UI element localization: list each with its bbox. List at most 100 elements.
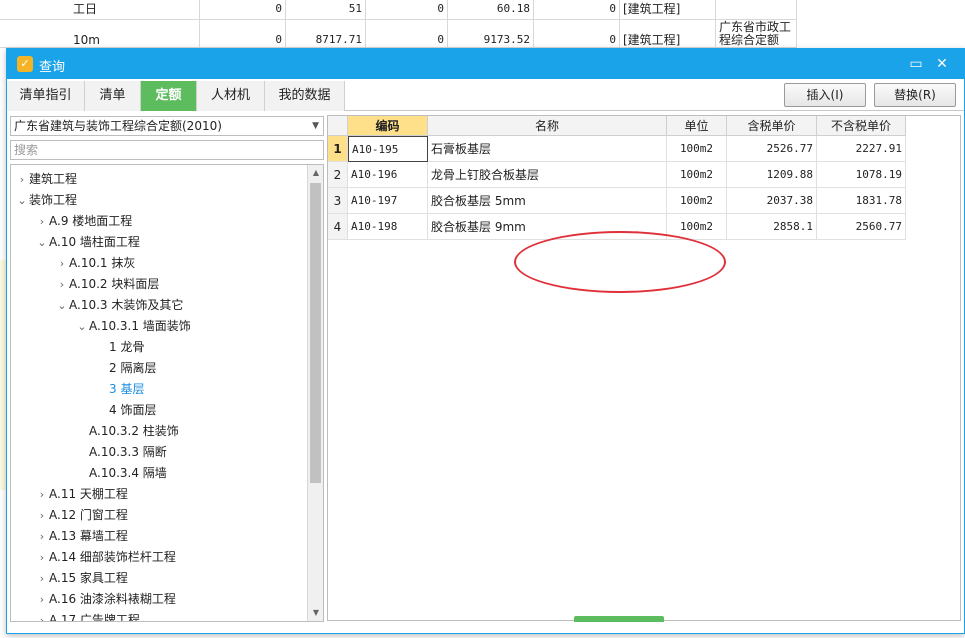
cell-price-notax[interactable]: 2227.91 (817, 136, 906, 162)
cell-code[interactable]: A10-197 (348, 188, 428, 214)
cell-unit[interactable]: 100m2 (667, 136, 727, 162)
tree-item[interactable]: 3 基层 (95, 379, 144, 400)
tree-item[interactable]: ⌄ 装饰工程 (15, 190, 77, 211)
tree-item[interactable]: › A.16 油漆涂料裱糊工程 (35, 589, 176, 610)
tree-item-label: A.17 广告牌工程 (49, 613, 140, 622)
tree-item[interactable]: › A.11 天棚工程 (35, 484, 128, 505)
tree-item[interactable]: A.10.3.3 隔断 (75, 442, 167, 463)
cell-code[interactable]: A10-196 (348, 162, 428, 188)
cell-price-tax[interactable]: 2526.77 (727, 136, 817, 162)
chevron-down-icon[interactable]: ⌄ (15, 190, 29, 211)
tree-item-label: A.10.3.3 隔断 (89, 445, 167, 459)
search-input[interactable]: 搜索 (10, 140, 324, 160)
cell-name[interactable]: 龙骨上钉胶合板基层 (428, 162, 667, 188)
scrollbar-thumb[interactable] (310, 183, 321, 483)
insert-button[interactable]: 插入(I) (784, 83, 866, 107)
tab-bill[interactable]: 清单 (85, 81, 141, 111)
tab-labor-material-machine[interactable]: 人材机 (197, 81, 265, 111)
quota-library-select[interactable]: 广东省建筑与装饰工程综合定额(2010) ▼ (10, 116, 324, 136)
tree-scrollbar[interactable]: ▲ ▼ (307, 165, 323, 621)
tree-item[interactable]: 4 饰面层 (95, 400, 156, 421)
dropdown-arrow-icon: ▼ (312, 121, 319, 131)
row-number[interactable]: 1 (328, 136, 348, 162)
column-header-code[interactable]: 编码 (348, 116, 428, 136)
tab-my-data[interactable]: 我的数据 (265, 81, 345, 111)
replace-button[interactable]: 替换(R) (874, 83, 956, 107)
tree-item-label: A.10 墙柱面工程 (49, 235, 140, 249)
cell-unit[interactable]: 100m2 (667, 188, 727, 214)
column-header-price-notax[interactable]: 不含税单价 (817, 116, 906, 136)
maximize-icon[interactable]: ▭ (905, 54, 927, 74)
tree-item-label: 1 龙骨 (109, 340, 145, 354)
tab-quota[interactable]: 定额 (141, 81, 197, 111)
scroll-down-icon[interactable]: ▼ (308, 605, 323, 621)
tree-item[interactable]: › A.12 门窗工程 (35, 505, 128, 526)
chevron-down-icon[interactable]: ⌄ (75, 316, 89, 337)
column-header-name[interactable]: 名称 (428, 116, 667, 136)
row-number[interactable]: 2 (328, 162, 348, 188)
tree-item[interactable]: › A.15 家具工程 (35, 568, 128, 589)
tree-item[interactable]: › A.10.1 抹灰 (55, 253, 136, 274)
bg-cell: 0 (200, 20, 286, 47)
cell-price-notax[interactable]: 2560.77 (817, 214, 906, 240)
bg-cell-type: [建筑工程] (620, 0, 716, 19)
bg-cell-quota (716, 0, 797, 19)
chevron-right-icon[interactable]: › (35, 547, 49, 568)
cell-price-notax[interactable]: 1078.19 (817, 162, 906, 188)
grid-corner (328, 116, 348, 136)
panel-resize-grip[interactable] (574, 616, 664, 622)
tree-item[interactable]: 1 龙骨 (95, 337, 144, 358)
quota-library-value: 广东省建筑与装饰工程综合定额(2010) (14, 119, 222, 133)
cell-name[interactable]: 胶合板基层 5mm (428, 188, 667, 214)
dialog-titlebar[interactable]: ✓ 查询 ▭ ✕ (7, 49, 964, 79)
tree-item[interactable]: › A.17 广告牌工程 (35, 610, 140, 622)
tree-item[interactable]: ⌄ A.10.3.1 墙面装饰 (75, 316, 190, 337)
dialog-tabbar: 清单指引 清单 定额 人材机 我的数据 插入(I) 替换(R) (7, 81, 964, 111)
cell-price-tax[interactable]: 2858.1 (727, 214, 817, 240)
tab-bill-guide[interactable]: 清单指引 (7, 81, 85, 111)
cell-price-tax[interactable]: 2037.38 (727, 188, 817, 214)
tree-item[interactable]: A.10.3.4 隔墙 (75, 463, 167, 484)
chevron-right-icon[interactable]: › (35, 505, 49, 526)
tree-item[interactable]: ⌄ A.10 墙柱面工程 (35, 232, 140, 253)
chevron-down-icon[interactable]: ⌄ (55, 295, 69, 316)
cell-price-notax[interactable]: 1831.78 (817, 188, 906, 214)
chevron-down-icon[interactable]: ⌄ (35, 232, 49, 253)
close-icon[interactable]: ✕ (931, 54, 953, 74)
tree-item-label: A.11 天棚工程 (49, 487, 128, 501)
chevron-right-icon[interactable]: › (35, 610, 49, 621)
tree-item[interactable]: › A.13 幕墙工程 (35, 526, 128, 547)
chevron-right-icon[interactable]: › (35, 484, 49, 505)
tree-item[interactable]: ⌄ A.10.3 木装饰及其它 (55, 295, 183, 316)
tree-item-label: A.10.3.2 柱装饰 (89, 424, 179, 438)
tree-item[interactable]: › 建筑工程 (15, 169, 77, 190)
row-number[interactable]: 3 (328, 188, 348, 214)
chevron-right-icon[interactable]: › (15, 169, 29, 190)
cell-name[interactable]: 胶合板基层 9mm (428, 214, 667, 240)
chevron-right-icon[interactable]: › (35, 526, 49, 547)
tree-item[interactable]: › A.9 楼地面工程 (35, 211, 132, 232)
cell-unit[interactable]: 100m2 (667, 214, 727, 240)
tree-item[interactable]: › A.14 细部装饰栏杆工程 (35, 547, 176, 568)
bg-cell: 0 (200, 0, 286, 19)
tree-item[interactable]: A.10.3.2 柱装饰 (75, 421, 179, 442)
tree-item-label: 3 基层 (109, 382, 145, 396)
bg-cell: 0 (534, 0, 620, 19)
tree-item[interactable]: 2 隔离层 (95, 358, 156, 379)
cell-price-tax[interactable]: 1209.88 (727, 162, 817, 188)
row-number[interactable]: 4 (328, 214, 348, 240)
column-header-price-tax[interactable]: 含税单价 (727, 116, 817, 136)
cell-name[interactable]: 石膏板基层 (428, 136, 667, 162)
background-row: 10m 0 8717.71 0 9173.52 0 [建筑工程] 广东省市政工程… (0, 20, 797, 48)
column-header-unit[interactable]: 单位 (667, 116, 727, 136)
cell-code[interactable]: A10-195 (348, 136, 428, 162)
chevron-right-icon[interactable]: › (35, 589, 49, 610)
chevron-right-icon[interactable]: › (35, 211, 49, 232)
chevron-right-icon[interactable]: › (55, 253, 69, 274)
cell-unit[interactable]: 100m2 (667, 162, 727, 188)
scroll-up-icon[interactable]: ▲ (308, 165, 323, 181)
chevron-right-icon[interactable]: › (35, 568, 49, 589)
cell-code[interactable]: A10-198 (348, 214, 428, 240)
tree-item[interactable]: › A.10.2 块料面层 (55, 274, 160, 295)
chevron-right-icon[interactable]: › (55, 274, 69, 295)
